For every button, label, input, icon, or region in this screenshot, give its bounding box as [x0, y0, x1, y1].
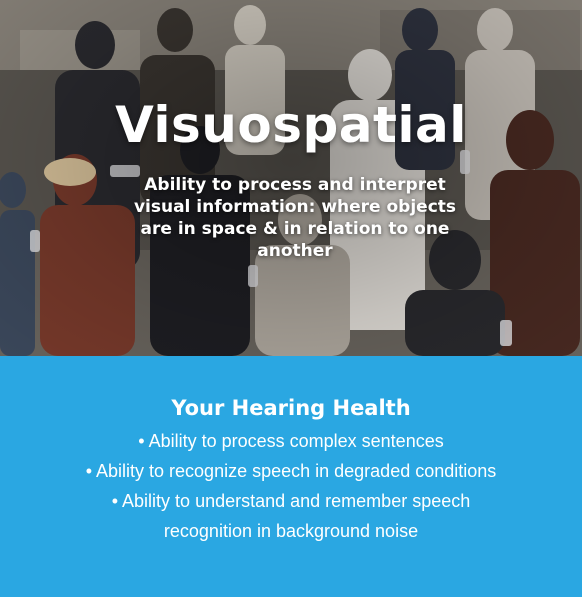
list-item: • Ability to process complex sentences	[138, 431, 444, 451]
panel-title: Your Hearing Health	[171, 396, 411, 420]
info-panel: Your Hearing Health • Ability to process…	[0, 356, 582, 597]
hero-subtitle: Ability to process and interpret visual …	[133, 175, 457, 261]
hero-banner: Visuospatial Ability to process and inte…	[0, 0, 582, 356]
list-item: • Ability to understand and remember spe…	[111, 491, 471, 541]
bullet-list: • Ability to process complex sentences •…	[0, 426, 582, 546]
page-title: Visuospatial	[115, 96, 467, 154]
list-item: • Ability to recognize speech in degrade…	[85, 461, 497, 481]
